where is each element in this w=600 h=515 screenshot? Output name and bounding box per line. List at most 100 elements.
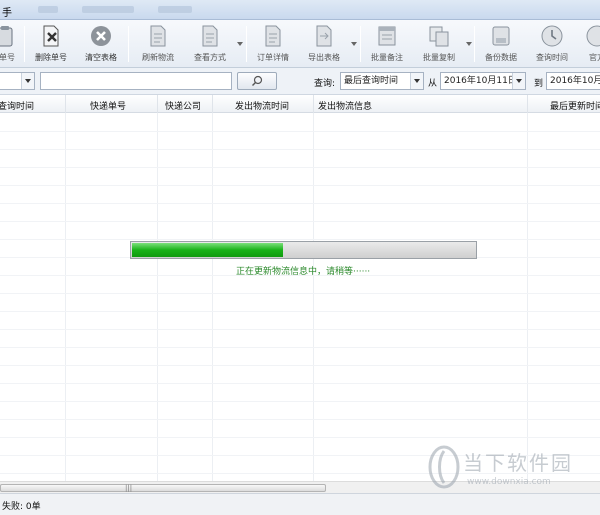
- grid-line: [65, 113, 66, 481]
- column-last-update[interactable]: 最后更新时间: [550, 99, 600, 112]
- table-body[interactable]: [0, 113, 600, 481]
- watermark: 当下软件园 www.downxia.com: [427, 443, 597, 495]
- table-row-line: [0, 185, 600, 186]
- toolbar-separator: [246, 26, 247, 62]
- column-divider[interactable]: [65, 95, 66, 113]
- grid-line: [313, 113, 314, 481]
- progress-bar: [130, 241, 477, 259]
- delete-number-label: 删除单号: [35, 53, 67, 62]
- table-row-line: [0, 131, 600, 132]
- chevron-down-icon[interactable]: [351, 42, 357, 46]
- chevron-down-icon[interactable]: [21, 73, 34, 89]
- category-select[interactable]: [0, 72, 35, 90]
- clear-table-button[interactable]: 清空表格: [80, 23, 122, 65]
- table-row-line: [0, 221, 600, 222]
- to-date-picker[interactable]: 2016年10月1: [546, 72, 600, 90]
- export-table-button[interactable]: 导出表格: [303, 23, 345, 65]
- refresh-doc-icon: [150, 25, 166, 47]
- column-courier[interactable]: 快递公司: [165, 99, 201, 112]
- delete-doc-icon: [43, 25, 59, 47]
- official-icon: [586, 25, 600, 47]
- chevron-down-icon[interactable]: [410, 73, 423, 89]
- title-blur: [82, 6, 134, 13]
- progress-message: 正在更新物流信息中，请稍等······: [236, 267, 371, 277]
- backup-data-button[interactable]: 备份数据: [480, 23, 522, 65]
- toolbar-separator: [24, 26, 25, 62]
- table-row-line: [0, 401, 600, 402]
- backup-data-label: 备份数据: [485, 53, 517, 62]
- title-blur: [158, 6, 192, 13]
- column-divider[interactable]: [313, 95, 314, 113]
- chevron-down-icon[interactable]: [237, 42, 243, 46]
- add-number-label: 单号: [0, 53, 15, 62]
- table-row-line: [0, 311, 600, 312]
- grid-line: [527, 113, 528, 481]
- column-tracking-number[interactable]: 快递单号: [90, 99, 126, 112]
- table-row-line: [0, 239, 600, 240]
- query-field-select[interactable]: 最后查询时间: [340, 72, 424, 90]
- table-row-line: [0, 347, 600, 348]
- table-row-line: [0, 293, 600, 294]
- filter-bar: 查询: 最后查询时间 从 2016年10月11日 到 2016年10月1: [0, 68, 600, 95]
- scrollbar-thumb[interactable]: |||: [0, 484, 326, 492]
- search-button[interactable]: [237, 72, 277, 90]
- column-divider[interactable]: [212, 95, 213, 113]
- window-title: 手: [2, 8, 12, 19]
- view-mode-button[interactable]: 查看方式: [189, 23, 231, 65]
- view-mode-label: 查看方式: [194, 53, 226, 62]
- batch-copy-label: 批量复制: [423, 53, 455, 62]
- batch-note-button[interactable]: 批量备注: [366, 23, 408, 65]
- search-input[interactable]: [40, 72, 232, 90]
- grid-line: [157, 113, 158, 481]
- query-time-button[interactable]: 查询时间: [531, 23, 573, 65]
- clear-icon: [91, 26, 111, 46]
- status-text: 失败: 0单: [2, 502, 41, 512]
- copy-icon: [429, 26, 449, 47]
- view-doc-icon: [202, 25, 218, 47]
- search-icon: [252, 75, 263, 86]
- toolbar-separator: [128, 26, 129, 62]
- title-bar: 手: [0, 0, 600, 20]
- official-button[interactable]: 官方: [580, 23, 600, 65]
- official-label: 官方: [589, 53, 600, 62]
- add-number-button[interactable]: 单号: [0, 23, 18, 65]
- table-row-line: [0, 383, 600, 384]
- backup-icon: [492, 26, 510, 46]
- table-row-line: [0, 329, 600, 330]
- note-icon: [378, 26, 396, 46]
- batch-copy-button[interactable]: 批量复制: [418, 23, 460, 65]
- toolbar-separator: [474, 26, 475, 62]
- column-query-time[interactable]: 查询时间: [0, 99, 34, 112]
- status-bar: 失败: 0单: [0, 493, 600, 515]
- column-ship-info[interactable]: 发出物流信息: [318, 99, 372, 112]
- title-blur: [38, 6, 58, 13]
- export-doc-icon: [316, 25, 332, 47]
- chevron-down-icon[interactable]: [512, 73, 525, 89]
- to-label: 到: [534, 79, 544, 89]
- export-table-label: 导出表格: [308, 53, 340, 62]
- watermark-url: www.downxia.com: [467, 477, 551, 487]
- batch-note-label: 批量备注: [371, 53, 403, 62]
- column-ship-time[interactable]: 发出物流时间: [235, 99, 289, 112]
- watermark-name: 当下软件园: [463, 451, 573, 475]
- table-row-line: [0, 149, 600, 150]
- toolbar: 单号 删除单号 清空表格 刷新物流 查看方式 订单详情 导出表格 批量备注 批量…: [0, 20, 600, 68]
- toolbar-separator: [360, 26, 361, 62]
- column-divider[interactable]: [157, 95, 158, 113]
- clipboard-icon: [0, 26, 13, 47]
- table-header: 查询时间 快递单号 快递公司 发出物流时间 发出物流信息 最后更新时间: [0, 95, 600, 113]
- order-details-label: 订单详情: [257, 53, 289, 62]
- table-row-line: [0, 203, 600, 204]
- chevron-down-icon[interactable]: [466, 42, 472, 46]
- refresh-logistics-button[interactable]: 刷新物流: [137, 23, 179, 65]
- to-date-value: 2016年10月1: [550, 76, 600, 86]
- grip-icon: |||: [125, 484, 133, 492]
- order-details-button[interactable]: 订单详情: [252, 23, 294, 65]
- progress-fill: [132, 243, 283, 257]
- delete-number-button[interactable]: 删除单号: [30, 23, 72, 65]
- query-time-label: 查询时间: [536, 53, 568, 62]
- table-row-line: [0, 167, 600, 168]
- column-divider[interactable]: [527, 95, 528, 113]
- order-doc-icon: [265, 25, 281, 47]
- from-date-picker[interactable]: 2016年10月11日: [440, 72, 526, 90]
